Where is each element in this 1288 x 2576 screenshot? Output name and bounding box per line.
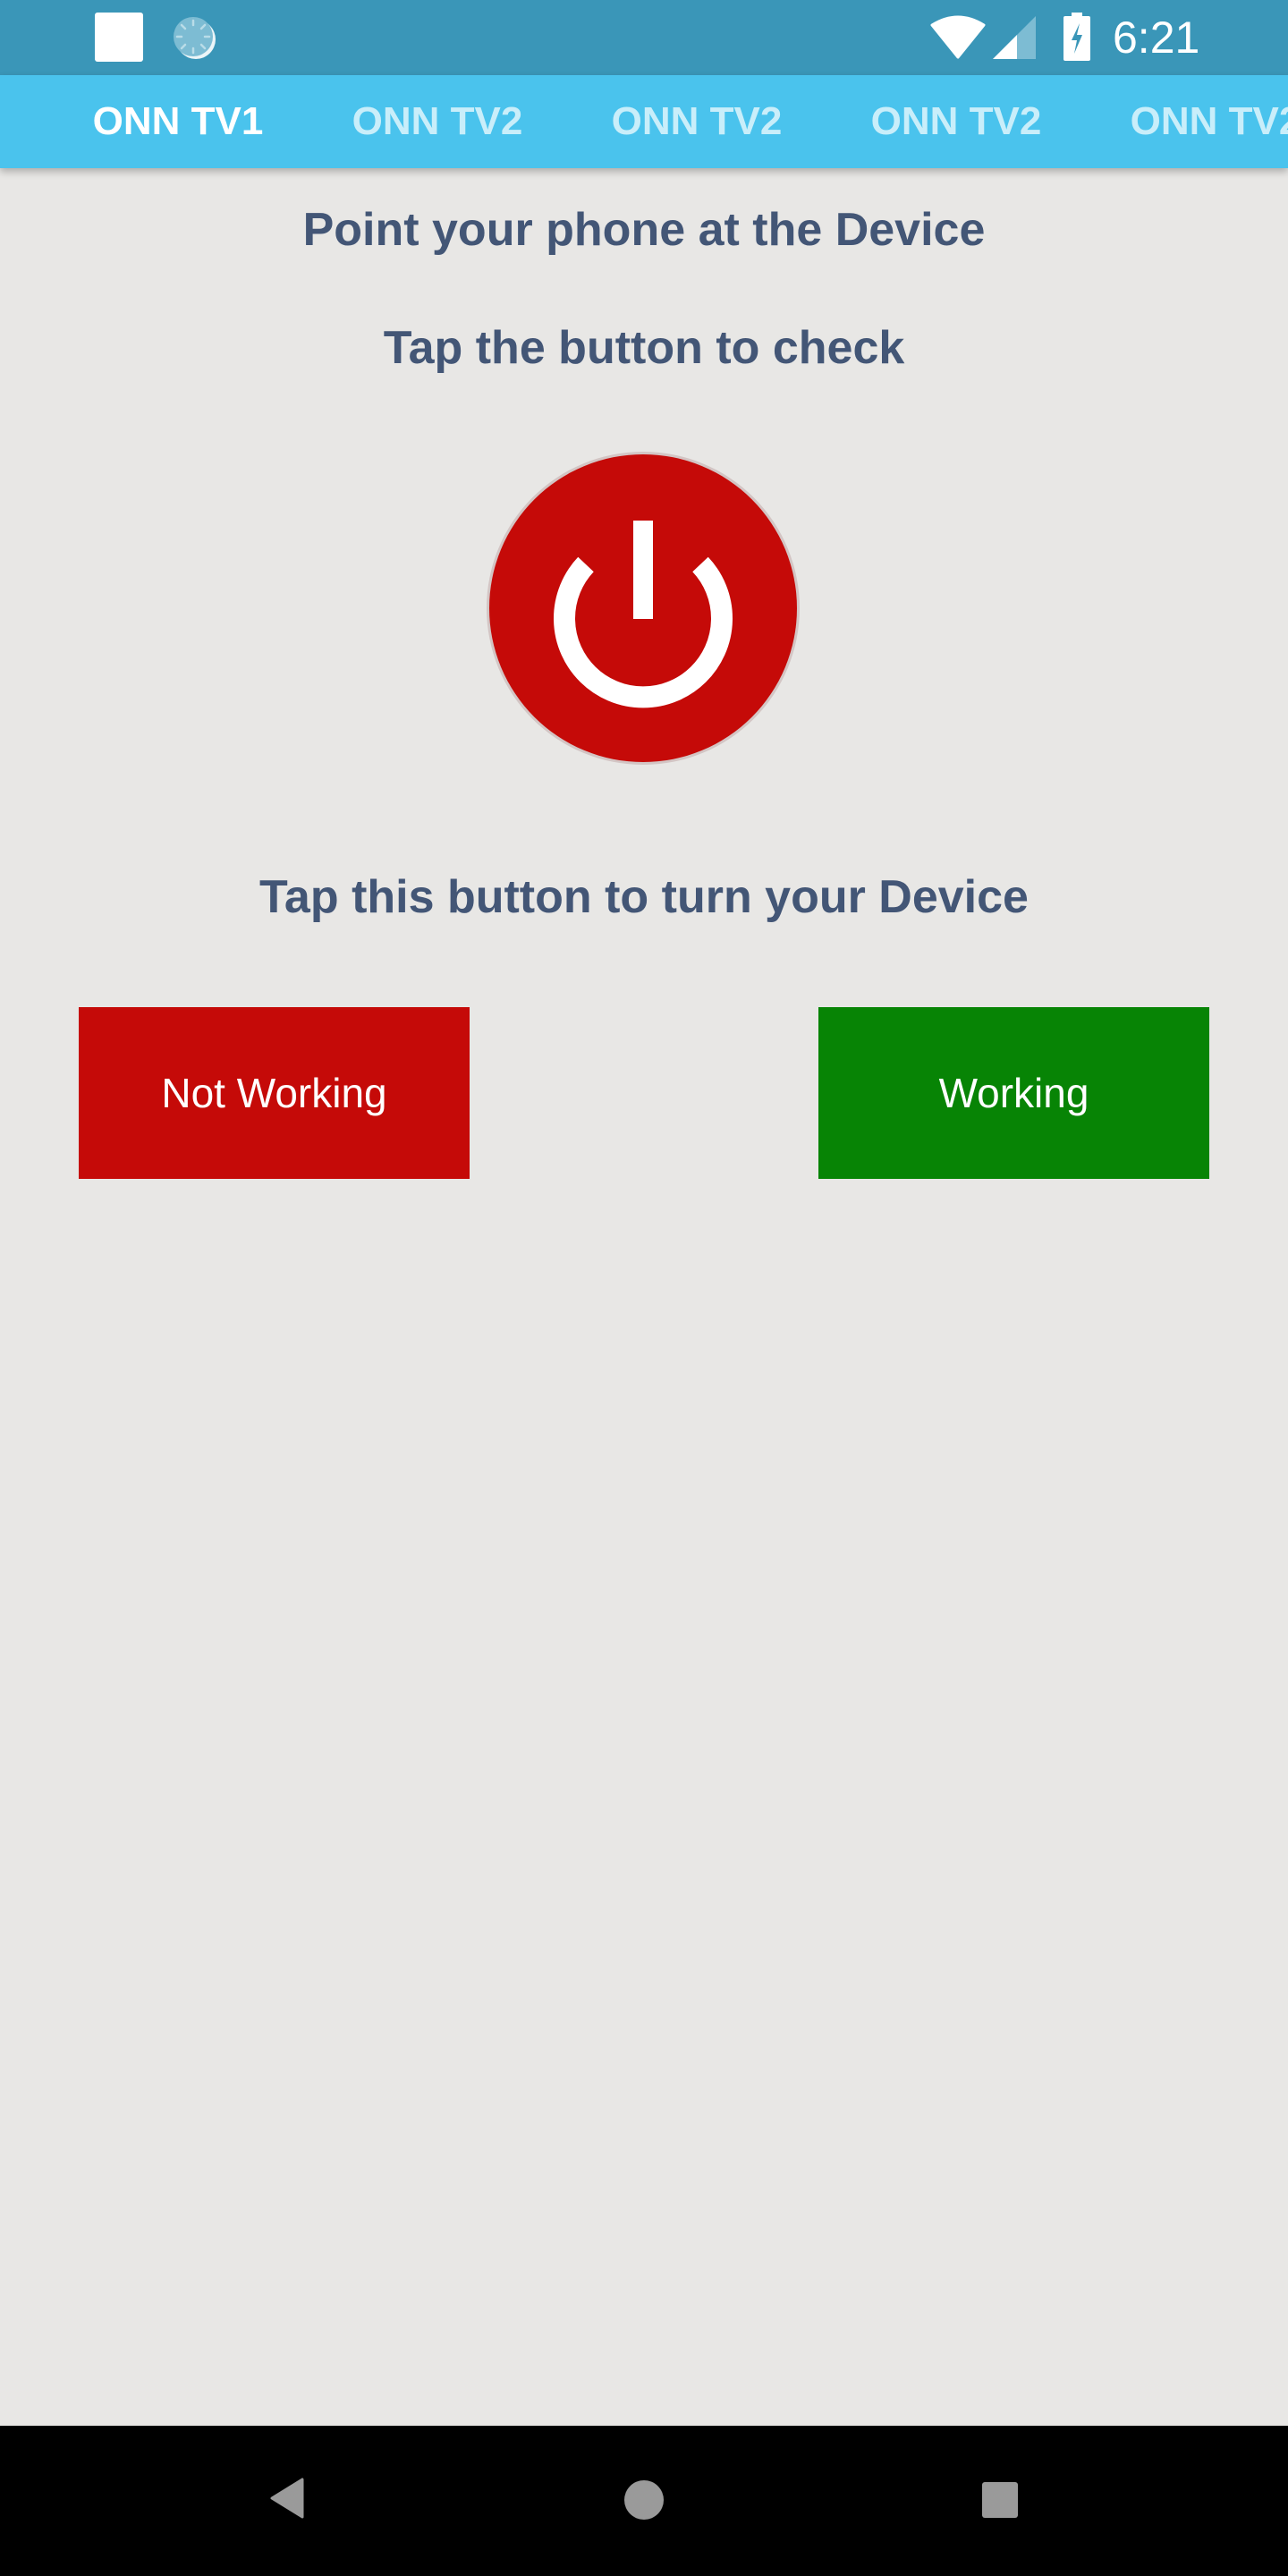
sync-icon <box>174 17 216 59</box>
battery-charging-icon <box>1063 13 1090 61</box>
tab-onn-tv2[interactable]: ONN TV2 <box>1086 75 1288 168</box>
tab-onn-tv2[interactable]: ONN TV2 <box>826 75 1086 168</box>
tab-onn-tv1[interactable]: ONN TV1 <box>48 75 308 168</box>
device-tab-bar: ONN TV1 ONN TV2 ONN TV2 ONN TV2 ONN TV2 <box>0 75 1288 168</box>
working-button[interactable]: Working <box>818 1007 1209 1179</box>
power-icon <box>554 521 733 708</box>
tab-onn-tv2[interactable]: ONN TV2 <box>567 75 826 168</box>
home-icon[interactable] <box>623 2479 665 2521</box>
cell-signal-icon <box>993 16 1036 59</box>
instruction-tap-to-check: Tap the button to check <box>383 322 905 374</box>
status-bar: 6:21 <box>0 0 1288 75</box>
recents-icon[interactable] <box>981 2481 1019 2519</box>
clock: 6:21 <box>1113 13 1200 63</box>
not-working-button[interactable]: Not Working <box>79 1007 470 1179</box>
tab-onn-tv2[interactable]: ONN TV2 <box>308 75 567 168</box>
instruction-turn-device: Tap this button to turn your Device <box>259 871 1029 923</box>
power-button[interactable] <box>489 454 797 762</box>
wifi-icon <box>930 15 986 59</box>
back-icon[interactable] <box>268 2478 306 2519</box>
instruction-point-phone: Point your phone at the Device <box>302 204 986 256</box>
notification-square-icon <box>95 13 143 62</box>
